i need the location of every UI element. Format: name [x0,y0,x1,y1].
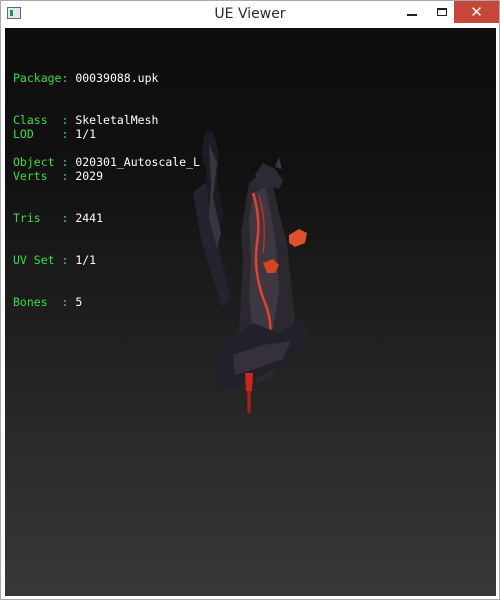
info-value-verts: 2029 [75,169,104,183]
info-key-lod: LOD : [13,127,69,141]
info-row-package: Package: 00039088.upk [13,71,200,85]
maximize-button[interactable] [427,1,457,23]
info-value-package: 00039088.upk [75,71,159,85]
info-value-lod: 1/1 [75,127,97,141]
info-value-uvset: 1/1 [75,253,97,267]
info-value-tris: 2441 [75,211,104,225]
info-row-lod: LOD : 1/1 [13,127,103,141]
close-button[interactable]: ✕ [454,1,499,23]
info-key-tris: Tris : [13,211,69,225]
info-row-verts: Verts : 2029 [13,169,103,183]
minimize-icon [407,14,417,16]
close-icon: ✕ [470,3,483,21]
info-key-bones: Bones : [13,295,69,309]
title-bar[interactable]: UE Viewer ✕ [1,1,499,27]
ue-viewer-window: UE Viewer ✕ Package: 00039088.upk Class … [0,0,500,600]
info-value-bones: 5 [75,295,83,309]
info-row-bones: Bones : 5 [13,295,103,309]
mesh-stats-block: LOD : 1/1 Verts : 2029 Tris : 2441 UV Se… [13,99,103,337]
info-key-verts: Verts : [13,169,69,183]
info-row-tris: Tris : 2441 [13,211,103,225]
minimize-button[interactable] [397,1,427,23]
info-row-uvset: UV Set : 1/1 [13,253,103,267]
skeletal-mesh-model[interactable] [183,123,323,413]
info-key-uvset: UV Set : [13,253,69,267]
3d-viewport[interactable]: Package: 00039088.upk Class : SkeletalMe… [5,28,496,596]
maximize-icon [437,8,447,16]
info-key-package: Package: [13,71,69,85]
